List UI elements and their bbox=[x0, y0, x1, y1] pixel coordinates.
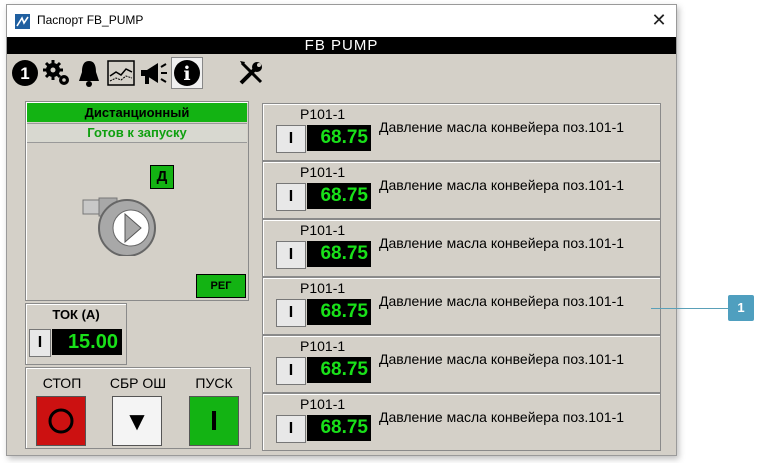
status-indicator: Готов к запуску bbox=[27, 123, 247, 143]
sensor-tag: P101-1 bbox=[300, 280, 346, 296]
start-label: ПУСК bbox=[195, 375, 233, 391]
sensor-indicator-button[interactable]: I bbox=[276, 183, 306, 211]
sensor-description: Давление масла конвейера поз.101-1 bbox=[379, 409, 625, 425]
sensor-indicator-button[interactable]: I bbox=[276, 415, 306, 443]
mode-indicator: Дистанционный bbox=[27, 103, 247, 122]
sensor-value: 68.75 bbox=[307, 415, 371, 441]
current-label: ТОК (А) bbox=[52, 307, 100, 322]
callout-marker: 1 bbox=[728, 295, 754, 321]
sensor-row: P101-1 I 68.75 Давление масла конвейера … bbox=[262, 103, 661, 161]
sensor-description: Давление масла конвейера поз.101-1 bbox=[379, 177, 625, 193]
reset-error-button[interactable]: ▼ bbox=[112, 396, 162, 446]
stop-button[interactable] bbox=[36, 396, 86, 446]
settings-gears-icon[interactable] bbox=[42, 58, 72, 88]
passport-window: Паспорт FB_PUMP ✕ FB PUMP 1 i Дистанцион… bbox=[6, 4, 677, 456]
title-bar: Паспорт FB_PUMP ✕ bbox=[7, 5, 676, 36]
megaphone-icon[interactable] bbox=[138, 58, 168, 88]
info-number-icon[interactable]: 1 bbox=[10, 58, 40, 88]
current-value: 15.00 bbox=[52, 329, 122, 355]
sensor-value: 68.75 bbox=[307, 299, 371, 325]
sensor-value: 68.75 bbox=[307, 241, 371, 267]
sensor-tag: P101-1 bbox=[300, 106, 346, 122]
sensor-description: Давление масла конвейера поз.101-1 bbox=[379, 351, 625, 367]
sensor-row: P101-1 I 68.75 Давление масла конвейера … bbox=[262, 277, 661, 335]
sensor-tag: P101-1 bbox=[300, 396, 346, 412]
tools-icon[interactable] bbox=[236, 58, 266, 88]
sensor-description: Давление масла конвейера поз.101-1 bbox=[379, 119, 625, 135]
sensor-row: P101-1 I 68.75 Давление масла конвейера … bbox=[262, 161, 661, 219]
local-remote-badge: Д bbox=[150, 165, 174, 189]
sensor-row: P101-1 I 68.75 Давление масла конвейера … bbox=[262, 219, 661, 277]
callout-leader-line bbox=[651, 308, 728, 309]
pump-icon[interactable] bbox=[79, 190, 161, 256]
sensor-tag: P101-1 bbox=[300, 164, 346, 180]
reg-button[interactable]: РЕГ bbox=[196, 274, 246, 298]
command-panel: СТОП СБР ОШ ПУСК ▼ I bbox=[25, 367, 251, 449]
sensor-indicator-button[interactable]: I bbox=[276, 125, 306, 153]
current-panel: ТОК (А) I 15.00 bbox=[25, 303, 127, 365]
sensor-tag: P101-1 bbox=[300, 222, 346, 238]
sensor-row: P101-1 I 68.75 Давление масла конвейера … bbox=[262, 335, 661, 393]
reset-label: СБР ОШ bbox=[109, 375, 167, 391]
alarm-bell-icon[interactable] bbox=[74, 58, 104, 88]
current-indicator-button[interactable]: I bbox=[29, 329, 51, 357]
info-icon[interactable]: i bbox=[171, 57, 203, 89]
sensor-value: 68.75 bbox=[307, 125, 371, 151]
sensor-value: 68.75 bbox=[307, 357, 371, 383]
sensor-indicator-button[interactable]: I bbox=[276, 241, 306, 269]
sensor-indicator-button[interactable]: I bbox=[276, 299, 306, 327]
sensor-description: Давление масла конвейера поз.101-1 bbox=[379, 293, 625, 309]
svg-text:i: i bbox=[183, 63, 190, 85]
trend-chart-icon[interactable] bbox=[106, 58, 136, 88]
window-title: Паспорт FB_PUMP bbox=[37, 13, 144, 27]
sensor-indicator-button[interactable]: I bbox=[276, 357, 306, 385]
close-icon[interactable]: ✕ bbox=[648, 9, 670, 31]
sensor-tag: P101-1 bbox=[300, 338, 346, 354]
pump-status-panel: Дистанционный Готов к запуску Д РЕГ bbox=[25, 101, 249, 301]
start-button[interactable]: I bbox=[189, 396, 239, 446]
svg-text:1: 1 bbox=[20, 64, 29, 83]
sensor-description: Давление масла конвейера поз.101-1 bbox=[379, 235, 625, 251]
page-title: FB PUMP bbox=[7, 37, 676, 54]
stop-label: СТОП bbox=[42, 375, 82, 391]
app-icon bbox=[15, 14, 30, 29]
sensor-row: P101-1 I 68.75 Давление масла конвейера … bbox=[262, 393, 661, 451]
main-content: 1 i Дистанционный Готов к запуску Д РЕГ … bbox=[7, 54, 676, 455]
sensor-value: 68.75 bbox=[307, 183, 371, 209]
stop-circle-icon bbox=[48, 408, 74, 434]
